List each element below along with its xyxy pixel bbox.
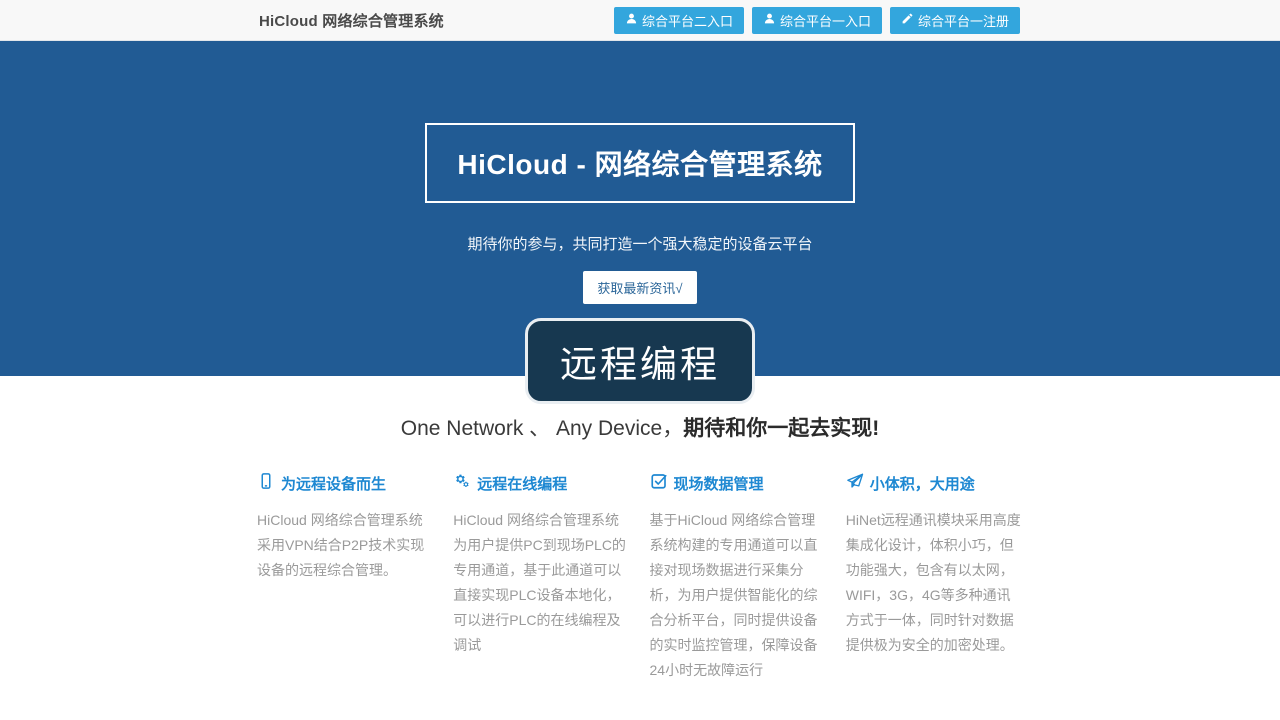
nav-button-label: 综合平台一注册 — [918, 11, 1009, 30]
heading-en: One Network 、 Any Device， — [401, 417, 683, 440]
feature-remote-device: 为远程设备而生 HiCloud 网络综合管理系统采用VPN结合P2P技术实现设备… — [257, 472, 434, 683]
latest-news-button[interactable]: 获取最新资讯√ — [583, 271, 696, 304]
mobile-icon — [257, 472, 275, 494]
platform2-entry-button[interactable]: 综合平台二入口 — [614, 7, 744, 34]
feature-online-programming: 远程在线编程 HiCloud 网络综合管理系统为用户提供PC到现场PLC的专用通… — [453, 472, 630, 683]
section-heading: One Network 、 Any Device，期待和你一起去实现! — [0, 412, 1280, 442]
feature-text: HiCloud 网络综合管理系统采用VPN结合P2P技术实现设备的远程综合管理。 — [257, 508, 434, 583]
feature-field-data: 现场数据管理 基于HiCloud 网络综合管理系统构建的专用通道可以直接对现场数… — [650, 472, 827, 683]
feature-title: 为远程设备而生 — [281, 473, 386, 494]
check-square-icon — [650, 472, 668, 494]
feature-title: 远程在线编程 — [477, 473, 567, 494]
platform1-register-button[interactable]: 综合平台一注册 — [890, 7, 1020, 34]
feature-text: HiNet远程通讯模块采用高度集成化设计，体积小巧，但功能强大，包含有以太网，W… — [846, 508, 1023, 658]
app-title: HiCloud 网络综合管理系统 — [259, 10, 444, 31]
platform1-entry-button[interactable]: 综合平台一入口 — [752, 7, 882, 34]
feature-text: 基于HiCloud 网络综合管理系统构建的专用通道可以直接对现场数据进行采集分析… — [650, 508, 827, 683]
user-icon — [763, 12, 776, 28]
feature-text: HiCloud 网络综合管理系统为用户提供PC到现场PLC的专用通道，基于此通道… — [453, 508, 630, 658]
main-section: One Network 、 Any Device，期待和你一起去实现! 为远程设… — [0, 376, 1280, 683]
hero-title-box: HiCloud - 网络综合管理系统 — [425, 123, 854, 203]
hero-subtitle: 期待你的参与，共同打造一个强大稳定的设备云平台 — [0, 233, 1280, 254]
navbar-buttons: 综合平台二入口 综合平台一入口 综合平台一注册 — [614, 7, 1020, 34]
user-icon — [625, 12, 638, 28]
gears-icon — [453, 472, 471, 494]
paper-plane-icon — [846, 472, 864, 494]
heading-zh: 期待和你一起去实现! — [683, 417, 879, 440]
feature-title: 现场数据管理 — [674, 473, 764, 494]
hero-title: HiCloud - 网络综合管理系统 — [457, 143, 822, 183]
nav-button-label: 综合平台二入口 — [642, 11, 733, 30]
hero-section: HiCloud - 网络综合管理系统 期待你的参与，共同打造一个强大稳定的设备云… — [0, 41, 1280, 376]
nav-button-label: 综合平台一入口 — [780, 11, 871, 30]
features-row: 为远程设备而生 HiCloud 网络综合管理系统采用VPN结合P2P技术实现设备… — [257, 472, 1023, 683]
feature-small-size: 小体积，大用途 HiNet远程通讯模块采用高度集成化设计，体积小巧，但功能强大，… — [846, 472, 1023, 683]
feature-title: 小体积，大用途 — [870, 473, 975, 494]
remote-programming-banner: 远程编程 — [525, 318, 755, 404]
pencil-icon — [901, 12, 914, 28]
navbar: HiCloud 网络综合管理系统 综合平台二入口 综合平台一入口 综合平台一注册 — [0, 0, 1280, 41]
